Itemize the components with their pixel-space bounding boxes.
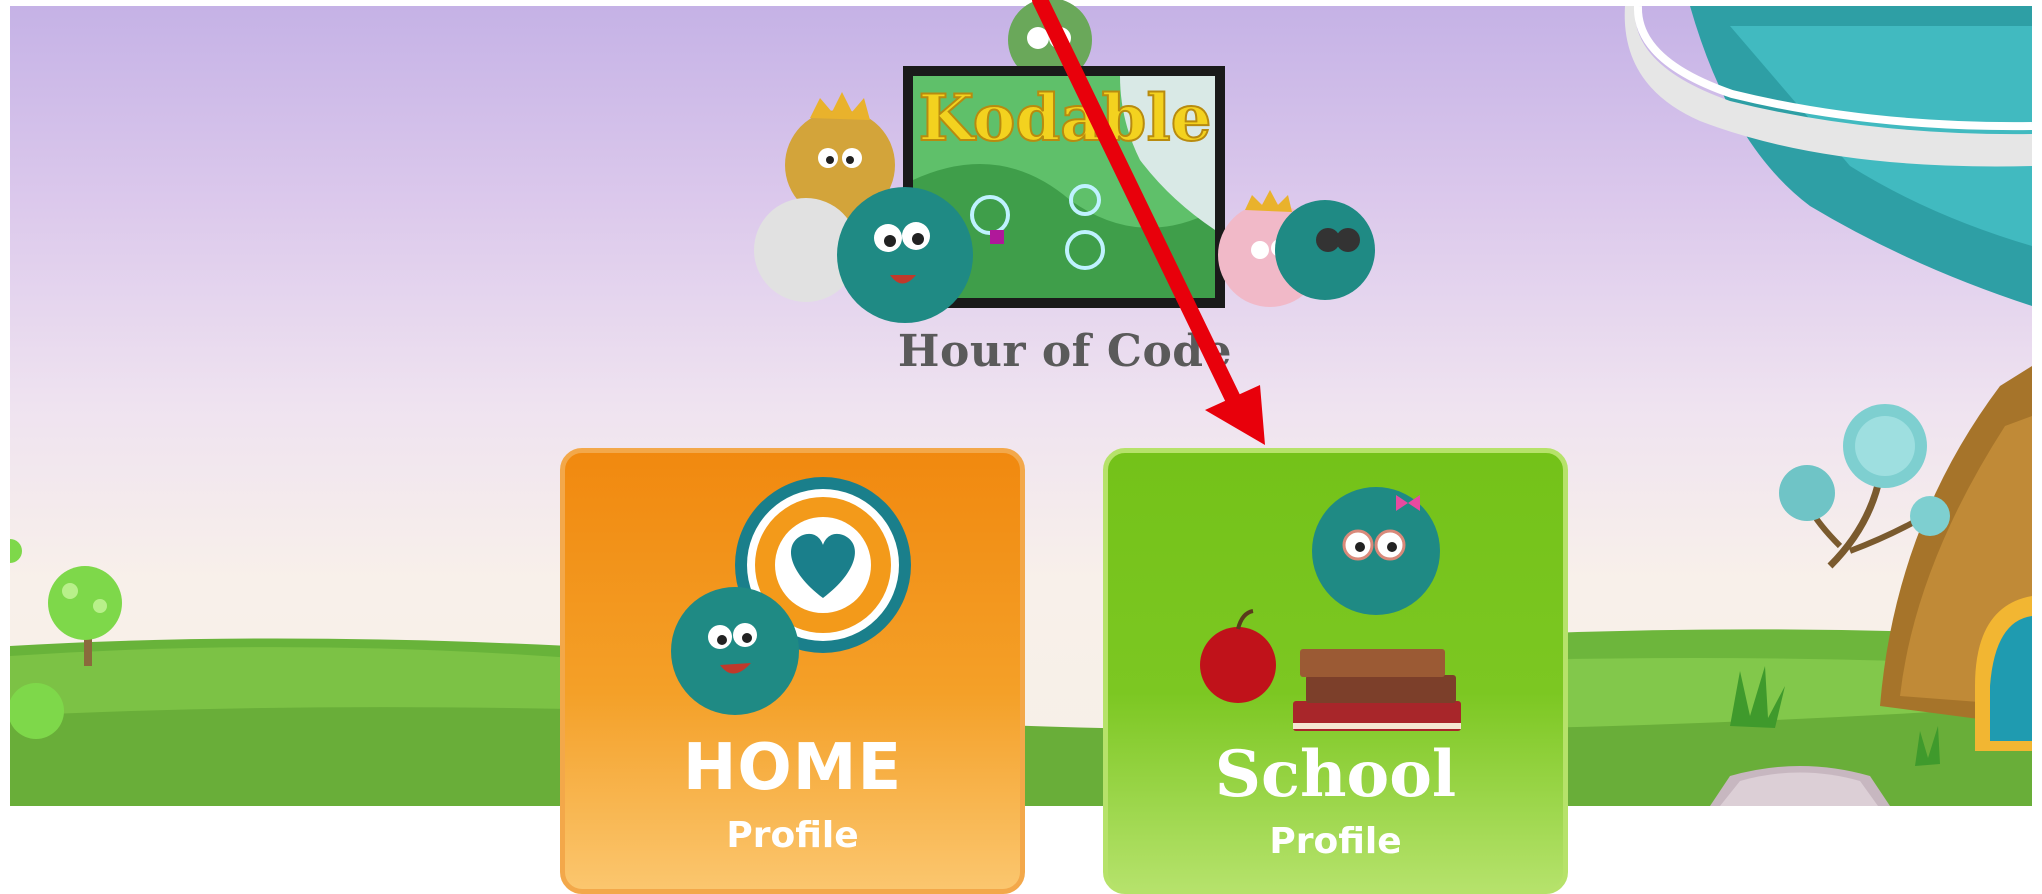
school-card-subtitle: Profile [1269, 821, 1402, 862]
apple-icon [1200, 627, 1276, 703]
school-profile-button[interactable]: School Profile [1103, 448, 1568, 894]
home-profile-button[interactable]: HOME Profile [560, 448, 1025, 894]
kodable-logo: Kodable [919, 81, 1212, 156]
hero-banner: Kodable Hour of Code [740, 0, 1390, 390]
home-card-title: HOME [682, 731, 903, 805]
hour-of-code-title: Hour of Code [897, 326, 1233, 377]
home-card-subtitle: Profile [726, 815, 859, 856]
school-card-title: School [1214, 737, 1457, 812]
